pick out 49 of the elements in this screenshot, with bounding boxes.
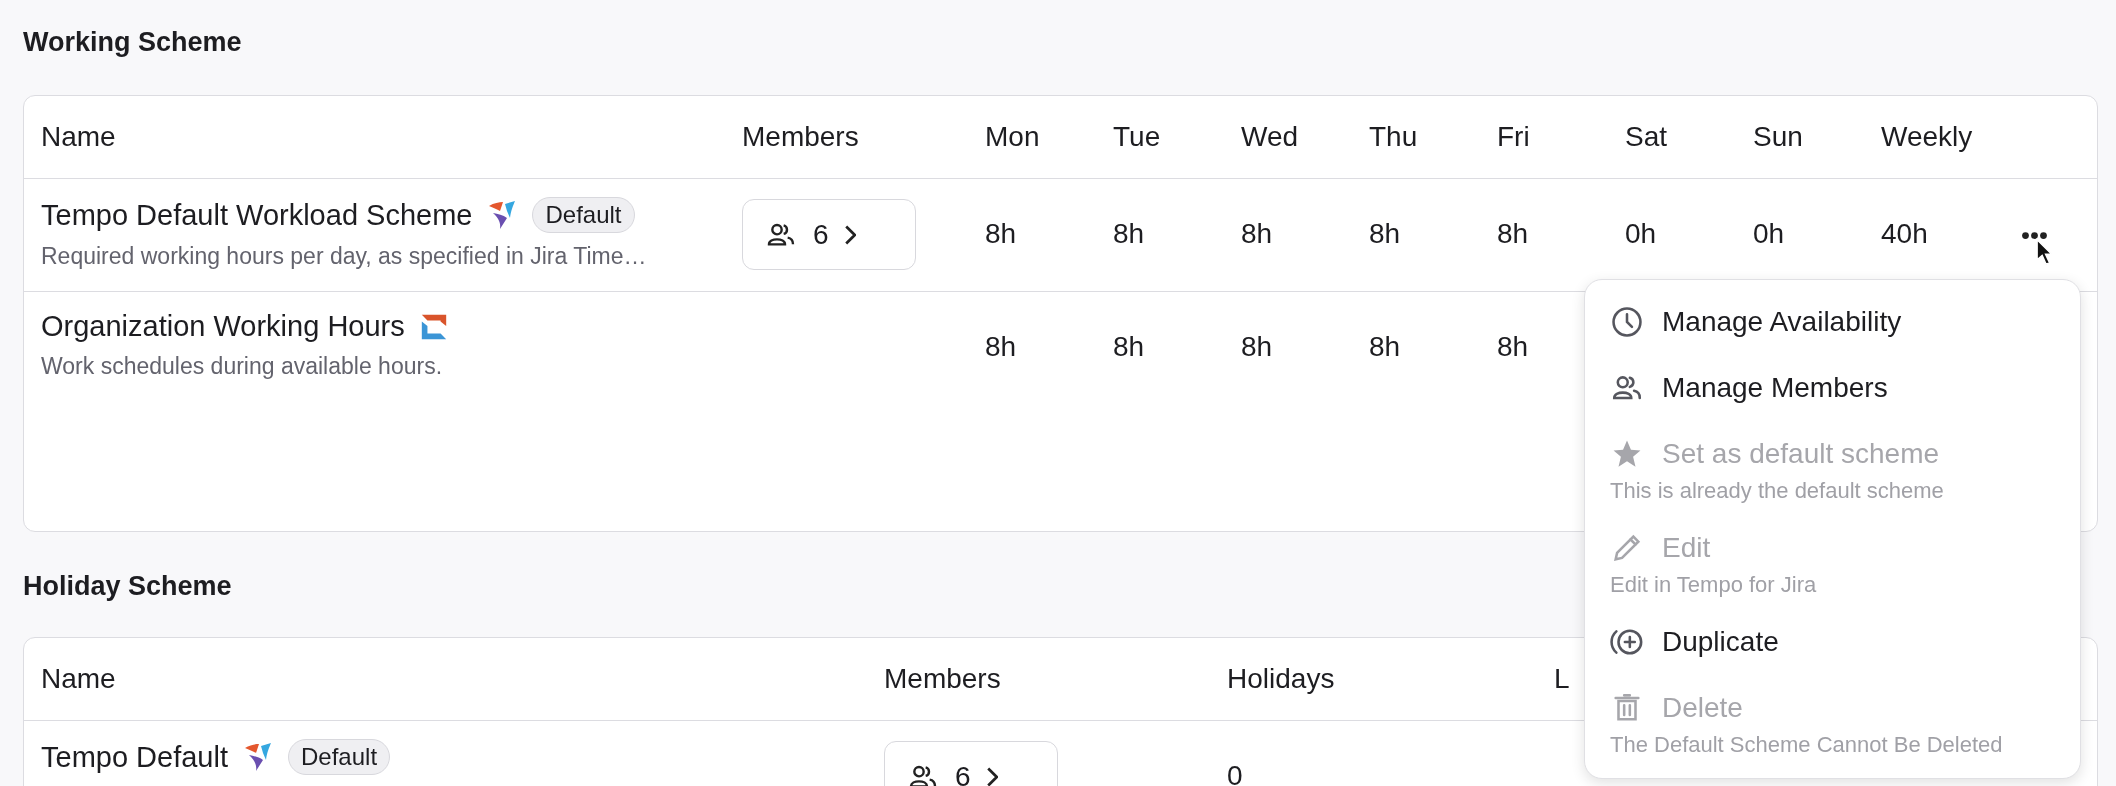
menu-item-hint: The Default Scheme Cannot Be Deleted (1610, 732, 2004, 758)
column-header: Holidays (1227, 663, 1335, 694)
column-header: Tue (1113, 121, 1161, 152)
scheme-description: Required working hours per day, as specified in Jira Time… (41, 243, 648, 270)
table-cell: 0h (1625, 218, 1657, 249)
default-badge: Default (532, 197, 635, 233)
table-cell: 40h (1881, 218, 1928, 249)
section-heading: Working Scheme (23, 26, 242, 59)
clock-icon (1610, 305, 1644, 339)
table-cell: 8h (985, 331, 1017, 362)
column-header: Sun (1753, 121, 1803, 152)
menu-item-hint: This is already the default scheme (1610, 478, 1945, 504)
column-header: Weekly (1881, 121, 1973, 152)
scheme-description: Work schedules during available hours. (41, 353, 444, 380)
menu-item[interactable]: Manage Members (1610, 366, 2060, 410)
column-header: Fri (1497, 121, 1530, 152)
scheme-name: Tempo Default Workload Scheme (41, 198, 473, 232)
chevron-right-icon (844, 224, 856, 245)
menu-item-hint: Edit in Tempo for Jira (1610, 572, 1818, 598)
table-cell: 8h (1113, 331, 1145, 362)
column-header: Thu (1369, 121, 1418, 152)
members-button[interactable]: 6 (884, 741, 1058, 786)
table-cell: 8h (1369, 218, 1401, 249)
menu-item[interactable]: Manage Availability (1610, 300, 2060, 344)
column-header: Members (742, 121, 859, 152)
members-button[interactable]: 6 (742, 199, 916, 270)
table-cell: 8h (1497, 331, 1529, 362)
column-header: Sat (1625, 121, 1668, 152)
chevron-right-icon (986, 766, 998, 786)
default-badge: Default (288, 739, 391, 775)
table-cell: 8h (985, 218, 1017, 249)
column-header: Name (41, 663, 116, 694)
table-cell: 8h (1369, 331, 1401, 362)
menu-item[interactable]: Duplicate (1610, 620, 2060, 664)
scheme-name: Tempo Default (41, 740, 228, 774)
table-cell: 0 (1227, 760, 1243, 786)
table-cell: 0h (1753, 218, 1785, 249)
column-header: L (1554, 663, 1570, 694)
column-header: Wed (1241, 121, 1299, 152)
table-cell: 8h (1113, 218, 1145, 249)
column-header: Mon (985, 121, 1040, 152)
more-icon[interactable] (2021, 231, 2048, 240)
table-cell: 8h (1497, 218, 1529, 249)
column-header: Name (41, 121, 116, 152)
column-header: Members (884, 663, 1001, 694)
scheme-name: Organization Working Hours (41, 310, 405, 343)
table-cell: 8h (1241, 331, 1273, 362)
section-heading: Holiday Scheme (23, 570, 232, 603)
table-cell: 8h (1241, 218, 1273, 249)
